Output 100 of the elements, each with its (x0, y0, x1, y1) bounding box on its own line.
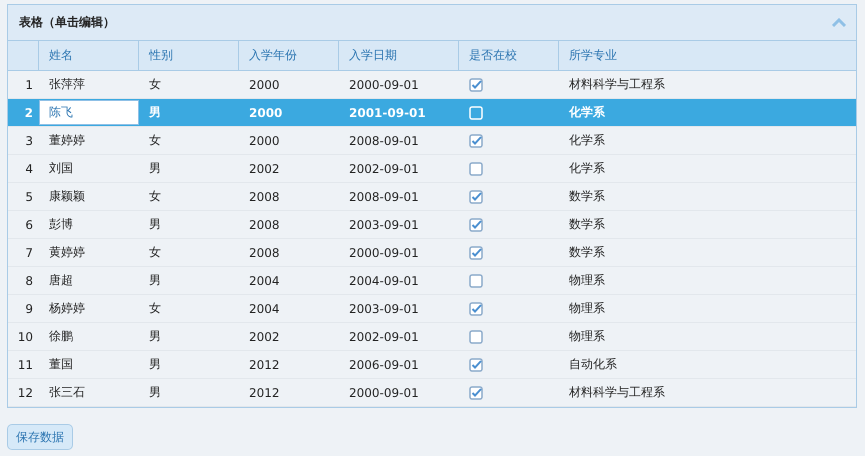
table-cell-text: 数学系 (568, 216, 606, 233)
table-row[interactable]: 6 彭博 男 2008 2003-09-01 数学系 (8, 211, 856, 239)
column-header[interactable]: 性别 (139, 41, 239, 70)
table-cell-text: 女 (148, 76, 162, 93)
table-cell-text: 化学系 (568, 104, 606, 121)
table-row[interactable]: 2 陈飞 男 2000 2001-09-01 化学系 (8, 99, 856, 127)
table-row[interactable]: 11 董国 男 2012 2006-09-01 自动化系 (8, 351, 856, 379)
column-header[interactable]: 入学年份 (239, 41, 339, 70)
table-cell-text: 女 (148, 188, 162, 205)
table-cell-text: 男 (148, 272, 162, 289)
table-row[interactable]: 3 董婷婷 女 2000 2008-09-01 化学系 (8, 127, 856, 155)
row-number: 7 (24, 244, 34, 262)
row-number: 9 (24, 300, 34, 318)
table-cell-text: 唐超 (48, 272, 74, 289)
table-cell-text: 2000-09-01 (348, 76, 420, 94)
table-cell-text: 张萍萍 (48, 76, 86, 93)
table-cell-text: 张三石 (48, 384, 86, 401)
table-cell-text: 女 (148, 244, 162, 261)
row-number: 1 (24, 76, 34, 94)
table-cell-text: 彭博 (48, 216, 74, 233)
row-number: 2 (24, 104, 34, 122)
column-header[interactable]: 是否在校 (459, 41, 559, 70)
table-cell-text: 物理系 (568, 328, 606, 345)
table-cell-text: 2008 (248, 244, 281, 262)
row-number: 10 (16, 328, 34, 346)
name-input-field[interactable]: 陈飞 (39, 100, 139, 125)
table-cell-text: 2008-09-01 (348, 132, 420, 150)
table-cell-text: 男 (148, 356, 162, 373)
checkbox[interactable] (469, 162, 483, 176)
table-cell-text: 数学系 (568, 188, 606, 205)
table-row[interactable]: 12 张三石 男 2012 2000-09-01 材料科学与工程系 (8, 379, 856, 407)
checkbox[interactable] (469, 358, 483, 372)
checkbox[interactable] (469, 386, 483, 400)
checkbox[interactable] (469, 190, 483, 204)
row-number: 3 (24, 132, 34, 150)
table-cell-text: 女 (148, 300, 162, 317)
table-cell-text: 2002-09-01 (348, 328, 420, 346)
table-cell-text: 2004 (248, 300, 281, 318)
table-cell-text: 男 (148, 328, 162, 345)
table-cell-text: 2000 (248, 104, 284, 122)
row-number: 6 (24, 216, 34, 234)
table-cell-text: 自动化系 (568, 356, 618, 373)
table-cell-text: 2002 (248, 328, 281, 346)
table-cell-text: 董婷婷 (48, 132, 86, 149)
table-row[interactable]: 7 黄婷婷 女 2008 2000-09-01 数学系 (8, 239, 856, 267)
table-cell-text: 2001-09-01 (348, 104, 427, 122)
table-cell-text: 物理系 (568, 300, 606, 317)
checkbox[interactable] (469, 330, 483, 344)
table-cell-text: 男 (148, 384, 162, 401)
table-row[interactable]: 8 唐超 男 2004 2004-09-01 物理系 (8, 267, 856, 295)
table-row[interactable]: 10 徐鹏 男 2002 2002-09-01 物理系 (8, 323, 856, 351)
table-cell-text: 2004 (248, 272, 281, 290)
table-cell-text: 材料科学与工程系 (568, 384, 666, 401)
table-cell-text: 2004-09-01 (348, 272, 420, 290)
table-cell-text: 化学系 (568, 132, 606, 149)
table-row[interactable]: 9 杨婷婷 女 2004 2003-09-01 物理系 (8, 295, 856, 323)
table-cell-text: 2008 (248, 188, 281, 206)
table-cell-text: 杨婷婷 (48, 300, 86, 317)
table-cell-text: 男 (148, 216, 162, 233)
column-header[interactable]: 入学日期 (339, 41, 459, 70)
table-cell-text: 女 (148, 132, 162, 149)
row-number: 8 (24, 272, 34, 290)
table-cell-text: 2012 (248, 384, 281, 402)
checkbox[interactable] (469, 302, 483, 316)
table-cell-text: 2003-09-01 (348, 216, 420, 234)
checkbox[interactable] (469, 134, 483, 148)
table-cell-text: 材料科学与工程系 (568, 76, 666, 93)
row-number: 12 (16, 384, 34, 402)
table-cell-text: 2000 (248, 132, 281, 150)
column-header[interactable]: 姓名 (39, 41, 139, 70)
table-cell-text: 董国 (48, 356, 74, 373)
table-cell-text: 数学系 (568, 244, 606, 261)
panel-title: 表格（单击编辑） (19, 14, 115, 31)
table-cell-text: 2000 (248, 76, 281, 94)
row-number: 4 (24, 160, 34, 178)
table-cell-text: 2002 (248, 160, 281, 178)
column-header[interactable]: 所学专业 (559, 41, 856, 70)
table-cell-text: 2003-09-01 (348, 300, 420, 318)
table-cell-text: 康颖颖 (48, 188, 86, 205)
table-cell-text: 2008 (248, 216, 281, 234)
table-cell-text: 男 (148, 104, 162, 121)
checkbox[interactable] (469, 246, 483, 260)
table-cell-text: 2000-09-01 (348, 244, 420, 262)
checkbox[interactable] (469, 78, 483, 92)
table-cell-text: 男 (148, 160, 162, 177)
save-button[interactable]: 保存数据 (7, 424, 73, 450)
table-cell-text: 物理系 (568, 272, 606, 289)
table-cell-text: 徐鹏 (48, 328, 74, 345)
table-cell-text: 2002-09-01 (348, 160, 420, 178)
table-cell-text: 2012 (248, 356, 281, 374)
table-cell-text: 2000-09-01 (348, 384, 420, 402)
row-number: 5 (24, 188, 34, 206)
table-cell-text: 化学系 (568, 160, 606, 177)
table-cell-text: 黄婷婷 (48, 244, 86, 261)
checkbox[interactable] (469, 218, 483, 232)
table-cell-text: 刘国 (48, 160, 74, 177)
table-cell-text: 2006-09-01 (348, 356, 420, 374)
table-row[interactable]: 5 康颖颖 女 2008 2008-09-01 数学系 (8, 183, 856, 211)
checkbox[interactable] (469, 274, 483, 288)
table-row[interactable]: 4 刘国 男 2002 2002-09-01 化学系 (8, 155, 856, 183)
